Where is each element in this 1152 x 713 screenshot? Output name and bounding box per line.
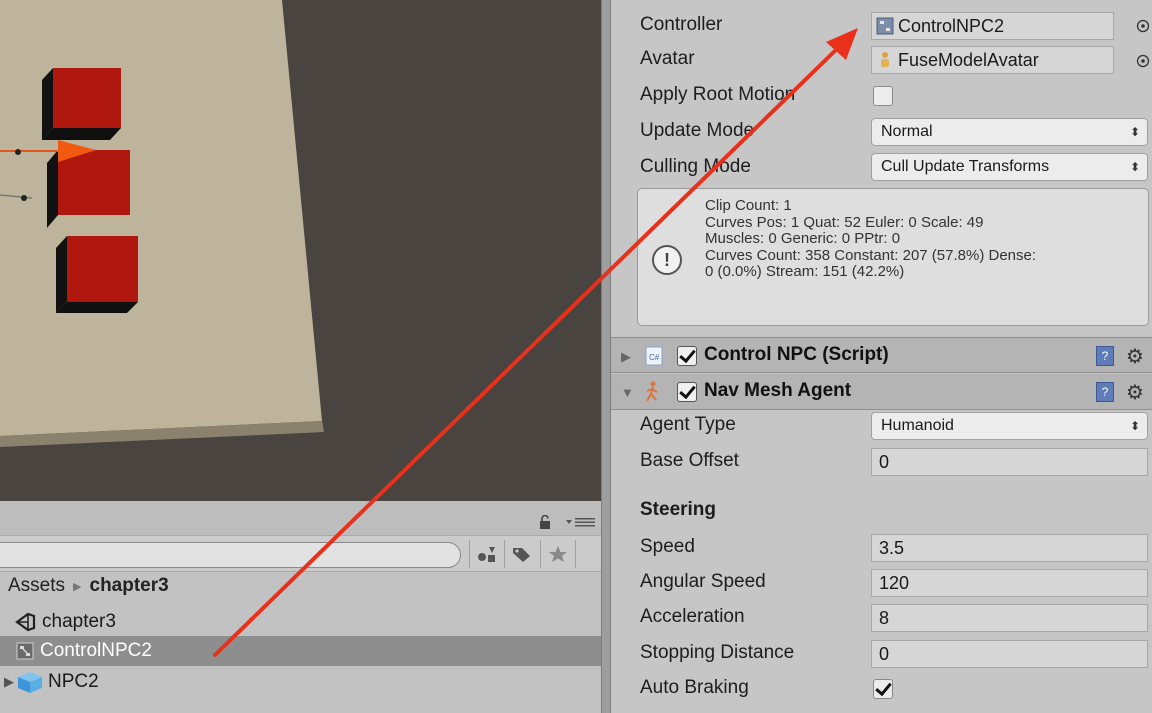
controller-value: ControlNPC2: [898, 16, 1005, 36]
expanded-arrow-icon[interactable]: ▼: [621, 385, 634, 400]
base-offset-label: Base Offset: [640, 450, 739, 471]
culling-mode-label: Culling Mode: [640, 156, 751, 177]
search-input[interactable]: [0, 542, 461, 568]
star-icon: [549, 546, 567, 562]
list-item-label: ControlNPC2: [40, 640, 152, 661]
info-line: Clip Count: 1: [705, 197, 792, 214]
speed-label: Speed: [640, 536, 695, 557]
acceleration-field[interactable]: 8: [871, 604, 1148, 632]
scene-canvas[interactable]: [0, 0, 601, 501]
tag-icon: [513, 548, 530, 562]
gizmo-point-2: [21, 195, 27, 201]
prefab-cube-icon: [18, 672, 42, 693]
toolbar-spacer: [575, 540, 601, 568]
project-tab-bar: [0, 501, 601, 536]
gizmo-point: [15, 149, 21, 155]
angular-speed-field[interactable]: 120: [871, 569, 1148, 597]
auto-braking-checkbox[interactable]: [873, 679, 893, 699]
project-toolbar: [0, 536, 601, 572]
unity-scene-icon: [15, 612, 36, 632]
animator-controller-icon: [876, 17, 894, 35]
object-picker-icon[interactable]: [1136, 19, 1150, 33]
angular-speed-label: Angular Speed: [640, 571, 766, 592]
info-line: 0 (0.0%) Stream: 151 (42.2%): [705, 263, 905, 280]
nav-agent-enabled-checkbox[interactable]: [677, 382, 697, 402]
culling-mode-value: Cull Update Transforms: [881, 158, 1050, 175]
base-offset-field[interactable]: 0: [871, 448, 1148, 476]
info-line: Curves Pos: 1 Quat: 52 Euler: 0 Scale: 4…: [705, 213, 984, 231]
script-component-header[interactable]: ▶ C# Control NPC (Script) ? ⚙: [611, 337, 1152, 373]
animator-controller-icon: [16, 642, 34, 660]
animation-info-box: ! Clip Count: 1 Curves Pos: 1 Quat: 52 Eu…: [637, 188, 1149, 326]
avatar-icon: [881, 52, 889, 67]
info-line: Muscles: 0 Generic: 0 PPtr: 0: [705, 230, 901, 247]
script-component-title: Control NPC (Script): [704, 344, 889, 365]
agent-type-value: Humanoid: [881, 417, 954, 434]
gear-icon[interactable]: ⚙: [1126, 380, 1144, 405]
project-panel: Assets ▶ chapter3 chapter3 ControlNPC2 ▶…: [0, 501, 601, 713]
controller-field[interactable]: ControlNPC2: [871, 12, 1114, 40]
filter-by-type-button[interactable]: [469, 540, 501, 568]
info-lines: Clip Count: 1 Curves Pos: 1 Quat: 52 Eule…: [705, 197, 1037, 281]
update-mode-value: Normal: [881, 123, 933, 140]
list-item-prefab[interactable]: ▶ NPC2: [0, 667, 601, 697]
lock-icon[interactable]: [538, 515, 552, 529]
dropdown-arrows-icon: ⬍: [1129, 125, 1140, 139]
warning-icon: !: [652, 245, 682, 275]
list-item-controller[interactable]: ControlNPC2: [0, 636, 601, 666]
auto-braking-label: Auto Braking: [640, 677, 749, 698]
red-cube-1: [42, 68, 121, 140]
culling-mode-dropdown[interactable]: Cull Update Transforms ⬍: [871, 153, 1148, 181]
acceleration-label: Acceleration: [640, 606, 745, 627]
agent-type-dropdown[interactable]: Humanoid ⬍: [871, 412, 1148, 440]
expand-arrow-icon[interactable]: ▶: [4, 674, 14, 690]
gear-icon[interactable]: ⚙: [1126, 344, 1144, 369]
panel-divider[interactable]: [601, 0, 611, 713]
scene-view[interactable]: [0, 0, 601, 501]
filter-by-label-button[interactable]: [504, 540, 536, 568]
apply-root-motion-checkbox[interactable]: [873, 86, 893, 106]
shapes-icon: [478, 547, 495, 562]
list-item-label: chapter3: [42, 611, 116, 632]
avatar-field[interactable]: FuseModelAvatar: [871, 46, 1114, 74]
list-item-scene[interactable]: chapter3: [0, 607, 601, 637]
update-mode-label: Update Mode: [640, 120, 755, 141]
object-picker-icon[interactable]: [1136, 54, 1150, 68]
breadcrumb: Assets ▶ chapter3: [8, 575, 169, 597]
stopping-distance-field[interactable]: 0: [871, 640, 1148, 668]
speed-field[interactable]: 3.5: [871, 534, 1148, 562]
apply-root-motion-label: Apply Root Motion: [640, 84, 796, 105]
nav-mesh-agent-title: Nav Mesh Agent: [704, 380, 852, 401]
stopping-distance-label: Stopping Distance: [640, 642, 795, 663]
dropdown-arrows-icon: ⬍: [1129, 160, 1140, 174]
breadcrumb-separator-icon: ▶: [73, 580, 82, 593]
info-line: Curves Count: 358 Constant: 207 (57.8%) …: [705, 246, 1037, 264]
script-enabled-checkbox[interactable]: [677, 346, 697, 366]
avatar-value: FuseModelAvatar: [898, 50, 1039, 70]
agent-type-label: Agent Type: [640, 414, 736, 435]
list-item-label: NPC2: [48, 671, 99, 692]
breadcrumb-root[interactable]: Assets: [8, 575, 65, 597]
favorites-button[interactable]: [540, 540, 572, 568]
svg-text:C#: C#: [649, 353, 660, 362]
collapsed-arrow-icon[interactable]: ▶: [621, 349, 631, 365]
update-mode-dropdown[interactable]: Normal ⬍: [871, 118, 1148, 146]
avatar-label: Avatar: [640, 48, 695, 69]
nav-agent-icon: [646, 381, 658, 402]
help-book-icon[interactable]: ?: [1096, 382, 1114, 402]
red-cube-3: [56, 236, 138, 313]
csharp-script-icon: C#: [645, 346, 663, 366]
panel-menu-icon[interactable]: [565, 516, 601, 528]
steering-heading: Steering: [640, 499, 717, 520]
dropdown-arrows-icon: ⬍: [1129, 419, 1140, 433]
help-book-icon[interactable]: ?: [1096, 346, 1114, 366]
nav-mesh-agent-header[interactable]: ▼ Nav Mesh Agent ? ⚙: [611, 374, 1152, 410]
inspector-panel: Controller ControlNPC2 Avatar FuseModelA…: [611, 0, 1152, 713]
breadcrumb-current[interactable]: chapter3: [90, 575, 169, 597]
controller-label: Controller: [640, 14, 723, 35]
